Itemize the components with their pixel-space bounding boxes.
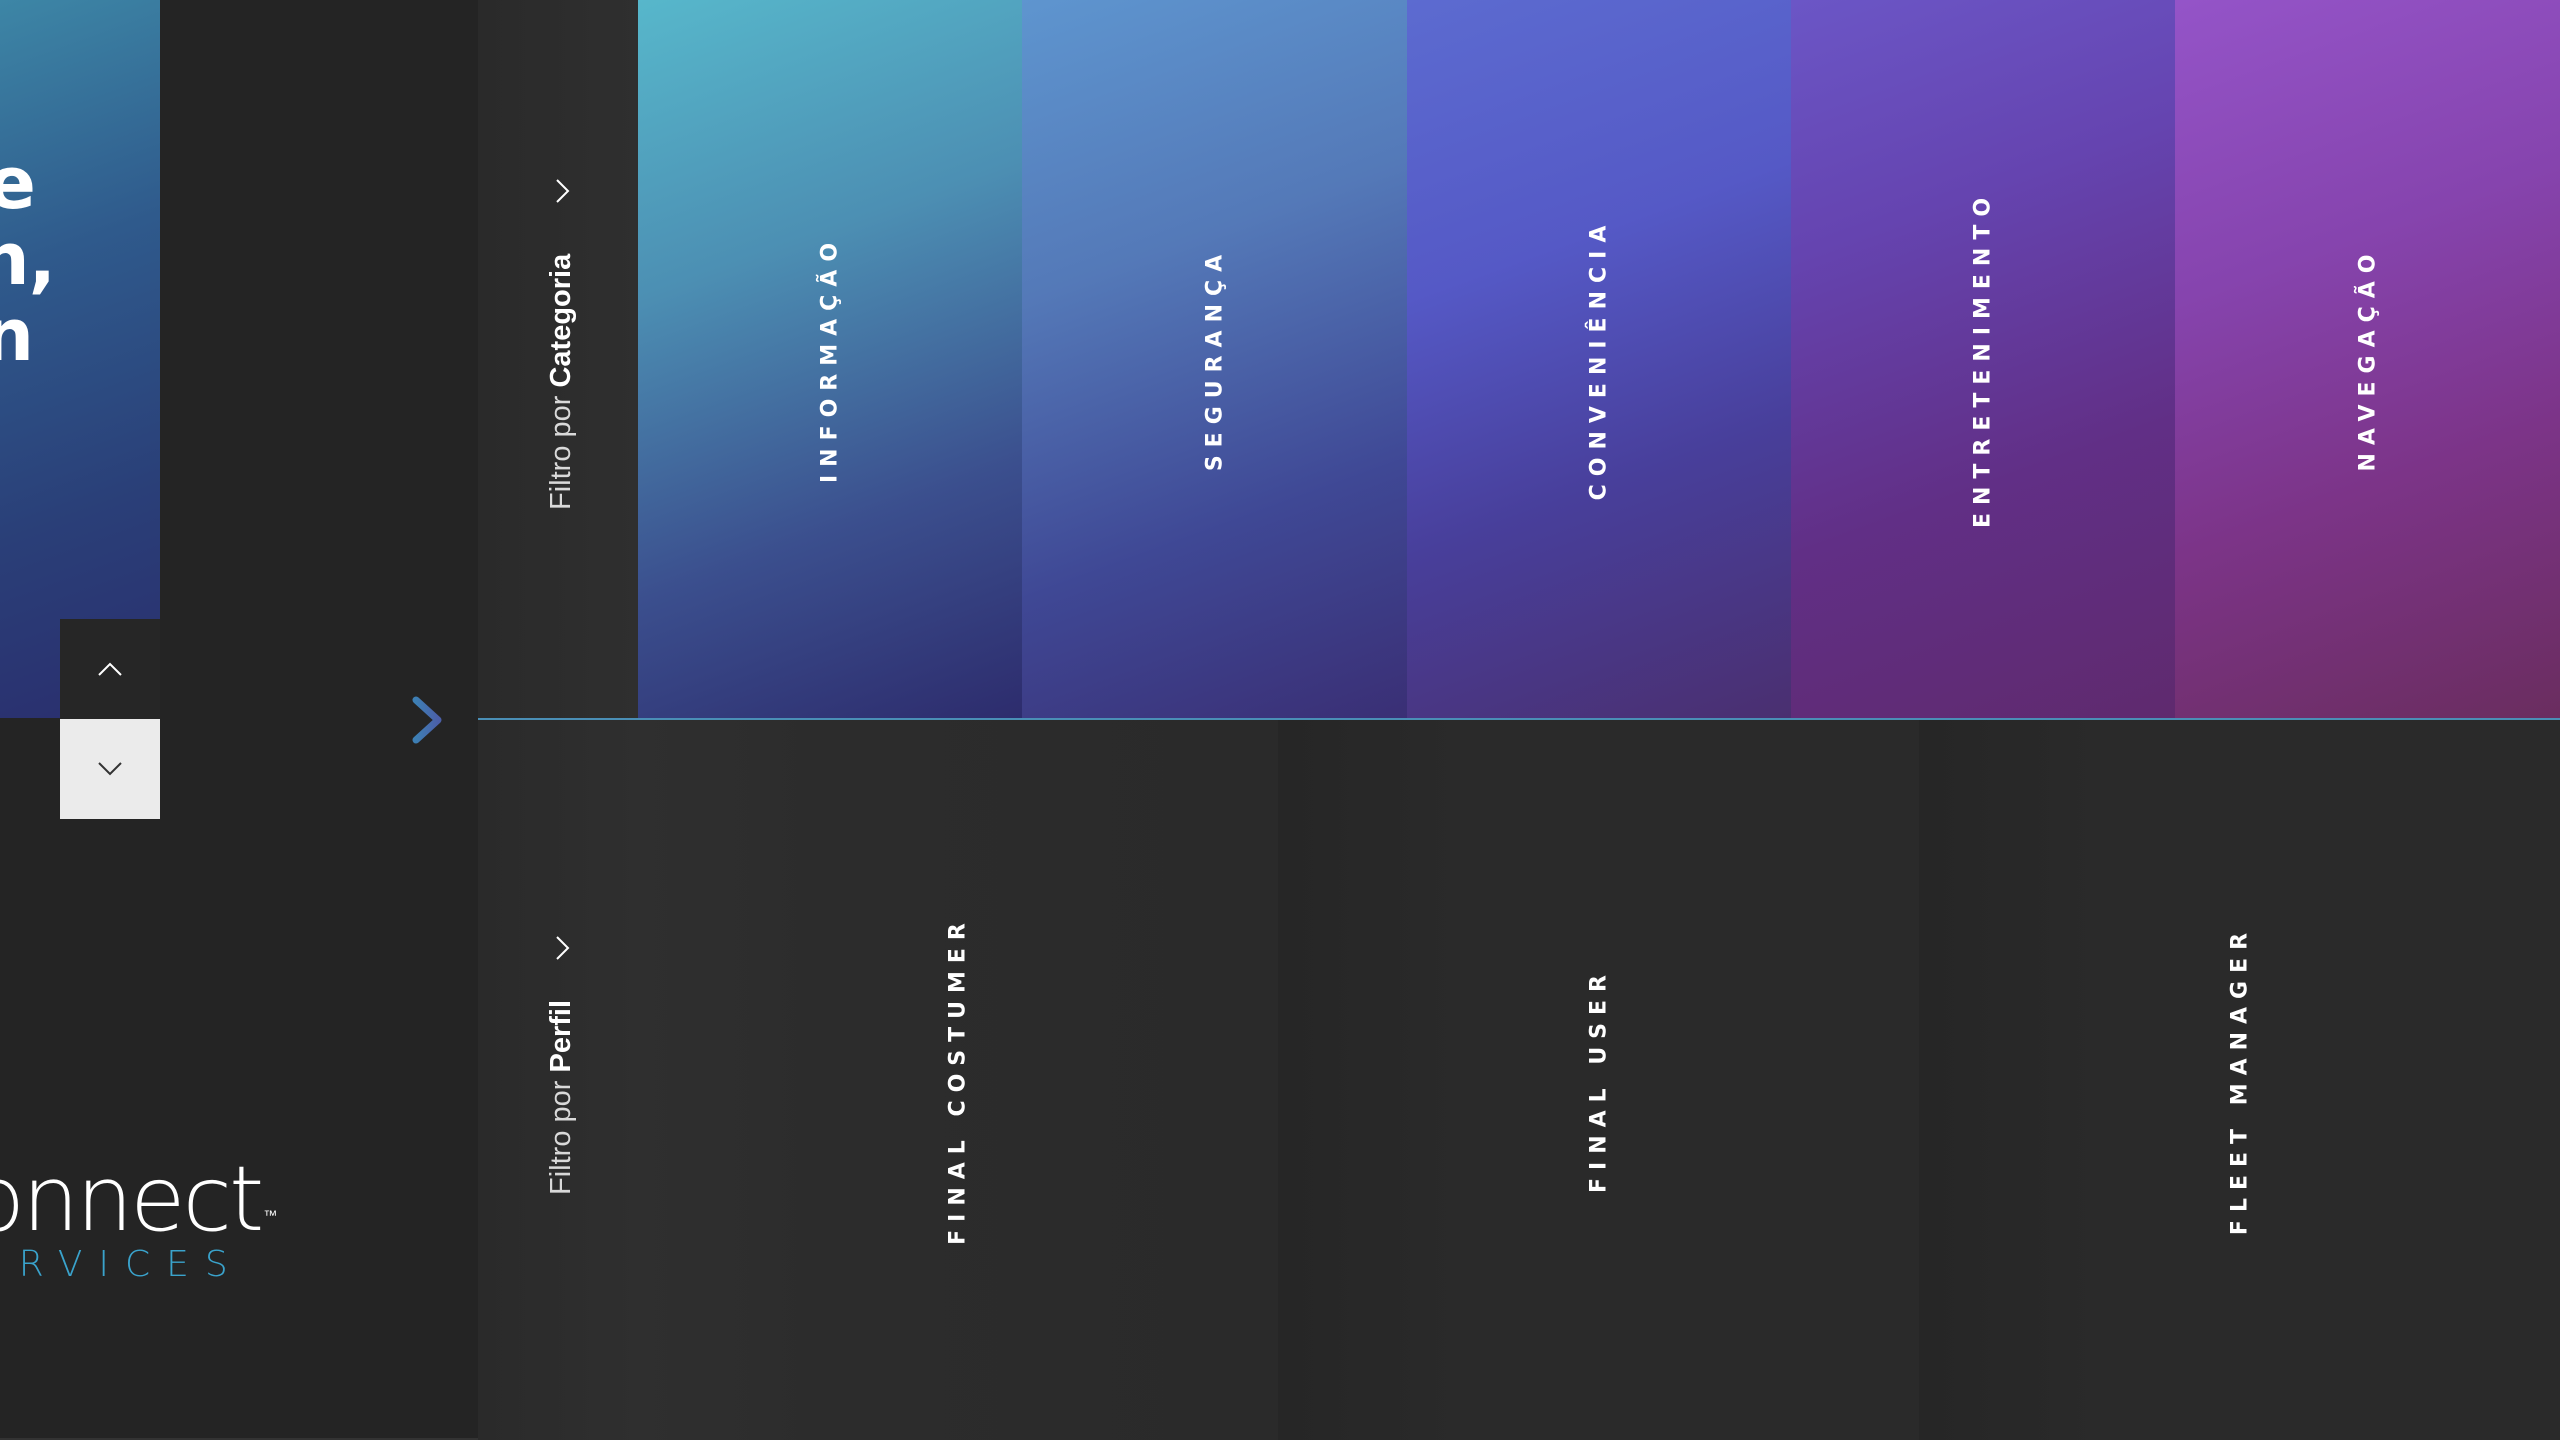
hero-headline: e h, n: [0, 145, 160, 373]
profile-tile-final-costumer[interactable]: FINAL COSTUMER: [638, 720, 1278, 1440]
filter-profile-label[interactable]: Filtro por Perfil: [545, 1000, 578, 1195]
filter-profile-chevron-icon[interactable]: [547, 933, 577, 963]
profile-label: FINAL COSTUMER: [945, 915, 971, 1245]
arrow-right-icon[interactable]: [378, 695, 446, 745]
logo-subtext: ERVICES: [0, 1244, 244, 1285]
slide-up-button[interactable]: [60, 619, 160, 719]
hero-line-1: e: [0, 141, 36, 225]
category-tile-conveniencia[interactable]: CONVENIÊNCIA: [1407, 0, 1791, 718]
profile-label: FLEET MANAGER: [2227, 924, 2252, 1236]
slide-down-button[interactable]: [60, 719, 160, 819]
category-label: CONVENIÊNCIA: [1586, 217, 1612, 501]
category-label: SEGURANÇA: [1202, 246, 1227, 472]
chevron-down-icon: [98, 762, 122, 776]
filter-profile-prefix: Filtro por: [545, 1072, 577, 1195]
filter-category-strong: Categoria: [545, 253, 577, 388]
chevron-up-icon: [98, 662, 122, 676]
brand-logo: onnect™ ERVICES: [0, 1155, 278, 1285]
category-label: ENTRETENIMENTO: [1970, 189, 1996, 529]
profile-label: FINAL USER: [1586, 966, 1611, 1194]
category-label: INFORMAÇÃO: [817, 234, 843, 484]
category-tile-navegacao[interactable]: NAVEGAÇÃO: [2175, 0, 2560, 718]
hero-card: e h, n: [0, 0, 160, 718]
filter-category-label[interactable]: Filtro por Categoria: [545, 254, 578, 510]
filter-column: [478, 0, 638, 1440]
hero-line-2: h,: [0, 217, 56, 301]
profile-tile-fleet-manager[interactable]: FLEET MANAGER: [1919, 720, 2560, 1440]
hero-line-3: n: [0, 293, 34, 377]
filter-category-chevron-icon[interactable]: [547, 176, 577, 206]
filter-category-prefix: Filtro por: [545, 387, 577, 510]
category-tile-entretenimento[interactable]: ENTRETENIMENTO: [1791, 0, 2175, 718]
profile-tile-final-user[interactable]: FINAL USER: [1278, 720, 1919, 1440]
logo-trademark: ™: [263, 1208, 278, 1224]
logo-wordmark: onnect™: [0, 1155, 278, 1245]
category-tile-seguranca[interactable]: SEGURANÇA: [1022, 0, 1407, 718]
filter-profile-strong: Perfil: [545, 999, 577, 1073]
category-tile-informacao[interactable]: INFORMAÇÃO: [638, 0, 1022, 718]
logo-main-text: onnect: [0, 1147, 264, 1252]
category-label: NAVEGAÇÃO: [2355, 246, 2380, 472]
